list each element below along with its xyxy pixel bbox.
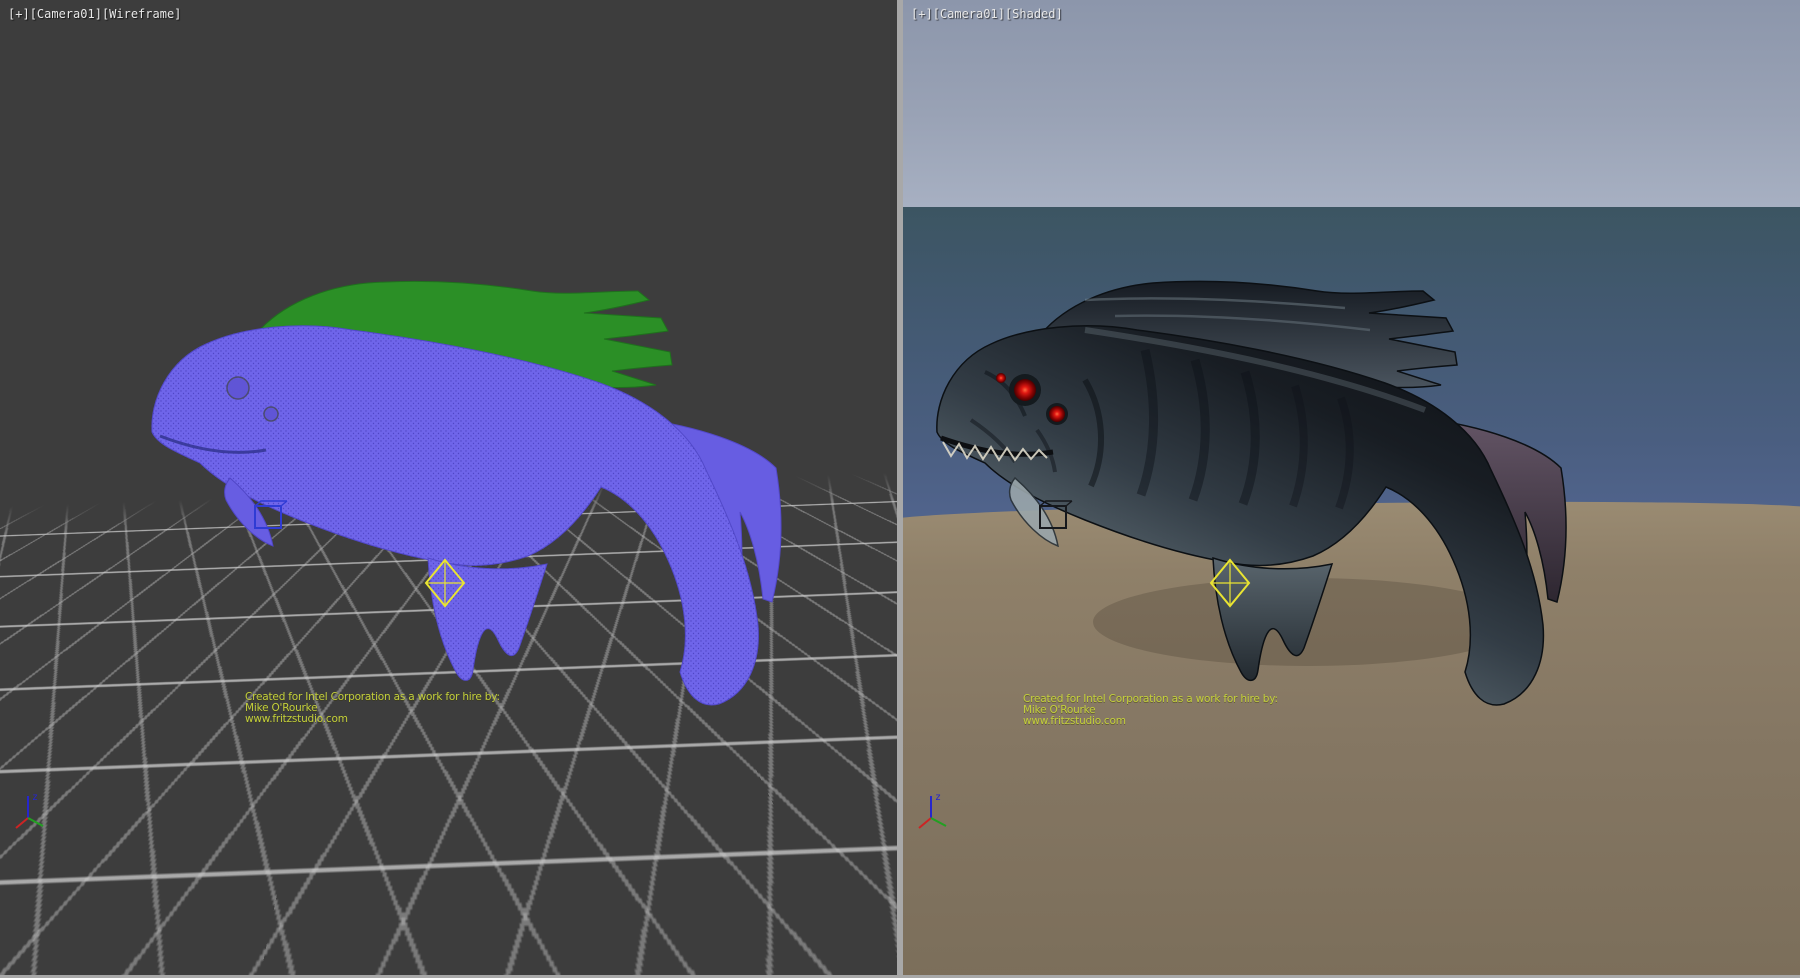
credit-text-object[interactable]: Created for Intel Corporation as a work … [245, 692, 500, 725]
fish-model-wireframe[interactable] [152, 281, 781, 705]
fish-wireframe-svg [0, 0, 897, 975]
credit-line-3: www.fritzstudio.com [245, 714, 500, 725]
fish-eye [227, 377, 249, 399]
viewport-label: [+][Camera01][Wireframe] [8, 7, 181, 21]
x-axis [919, 818, 931, 828]
shading-menu-button[interactable]: [Shaded] [1005, 7, 1063, 21]
viewport-menu-button[interactable]: [+] [911, 7, 933, 21]
fish-eye-red [1014, 379, 1036, 401]
viewport-splitter[interactable] [897, 0, 903, 978]
viewport-shaded[interactable]: [+][Camera01][Shaded] [903, 0, 1800, 975]
camera-menu-button[interactable]: [Camera01] [30, 7, 102, 21]
fish-eye-red [996, 373, 1006, 383]
viewport-menu-button[interactable]: [+] [8, 7, 30, 21]
fish-shaded-svg [903, 0, 1800, 975]
y-axis [28, 818, 43, 826]
y-axis [931, 818, 946, 826]
fish-eye [264, 407, 278, 421]
fish-eye-red [1049, 406, 1065, 422]
z-axis-label: z [32, 792, 38, 803]
shading-menu-button[interactable]: [Wireframe] [102, 7, 181, 21]
viewport-label: [+][Camera01][Shaded] [911, 7, 1063, 21]
z-axis-label: z [935, 792, 941, 803]
world-axis-tripod: z [915, 788, 959, 836]
credit-line-3: www.fritzstudio.com [1023, 716, 1278, 727]
x-axis [16, 818, 28, 828]
world-axis-tripod: z [12, 788, 56, 836]
camera-menu-button[interactable]: [Camera01] [933, 7, 1005, 21]
fish-model-shaded[interactable] [937, 281, 1566, 705]
credit-text-object[interactable]: Created for Intel Corporation as a work … [1023, 694, 1278, 727]
viewport-wireframe[interactable]: [+][Camera01][Wireframe] [0, 0, 897, 975]
viewport-stage: [+][Camera01][Wireframe] [0, 0, 1800, 978]
